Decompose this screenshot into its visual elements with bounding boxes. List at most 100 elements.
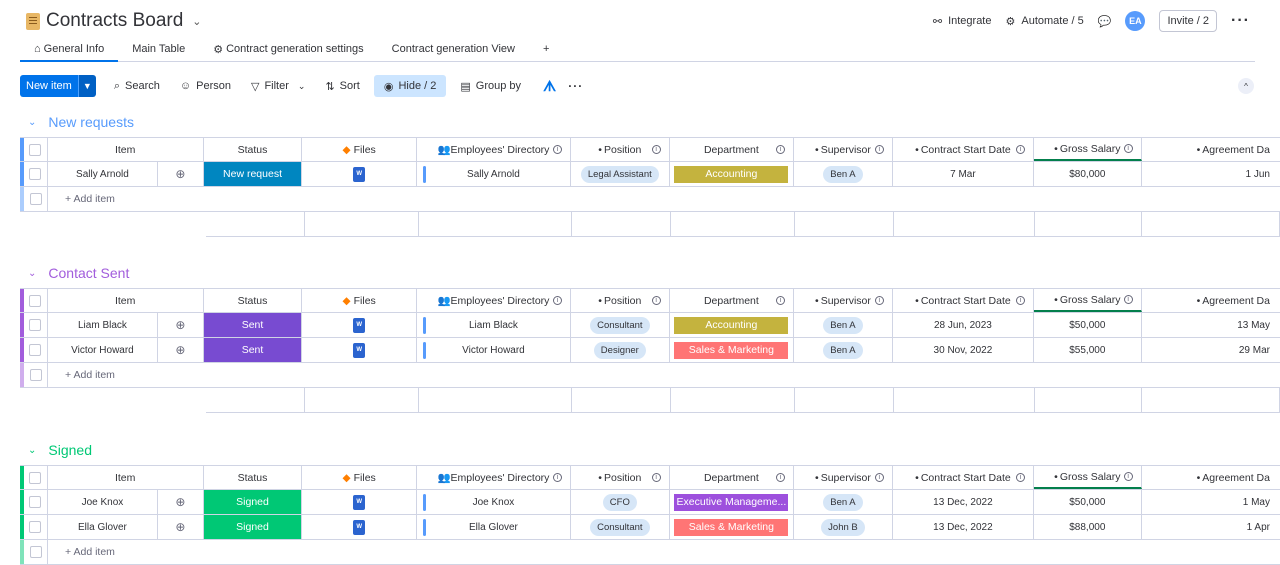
column-header-supervisor[interactable]: • Supervisor i [794, 466, 893, 489]
item-name[interactable]: Sally Arnold [48, 162, 159, 186]
info-icon[interactable]: i [776, 296, 786, 305]
gross-salary[interactable]: $88,000 [1034, 515, 1142, 539]
new-item-button[interactable]: New item ▼ [20, 75, 96, 97]
row-checkbox-cell[interactable] [24, 515, 48, 539]
collapse-header-button[interactable]: ^ [1238, 78, 1254, 94]
agreement-date[interactable]: 13 May [1142, 313, 1280, 337]
conversation-cell[interactable]: ⊕ [158, 338, 204, 362]
contract-start-date[interactable]: 28 Jun, 2023 [893, 313, 1035, 337]
employee-link-cell[interactable]: Sally Arnold [417, 162, 571, 186]
add-item-button[interactable]: + Add item [48, 546, 115, 558]
tab-contract-generation-settings[interactable]: ⚙ Contract generation settings [199, 38, 377, 62]
info-icon[interactable]: i [651, 145, 661, 154]
select-all-checkbox-cell[interactable] [24, 289, 48, 312]
group-header[interactable]: ⌄ Contact Sent [28, 265, 129, 281]
person-filter-button[interactable]: ☺ Person [170, 75, 241, 97]
files-cell[interactable]: W [302, 313, 417, 337]
info-icon[interactable]: i [1123, 295, 1133, 304]
tab-general-info[interactable]: ⌂ General Info [20, 38, 119, 62]
column-header-department[interactable]: Department i [670, 138, 795, 161]
info-icon[interactable]: i [776, 145, 786, 154]
agreement-date[interactable]: 1 May [1142, 490, 1280, 514]
status-badge[interactable]: New request [203, 162, 302, 186]
column-header-agreement-date[interactable]: • Agreement Da [1142, 138, 1280, 161]
chevron-down-icon[interactable]: ⌄ [28, 445, 36, 456]
status-cell[interactable]: Sent [203, 338, 303, 362]
add-update-icon[interactable]: ⊕ [175, 495, 185, 509]
chevron-down-icon[interactable]: ⌄ [28, 117, 36, 128]
employee-link-cell[interactable]: Joe Knox [417, 490, 571, 514]
conversation-cell[interactable]: ⊕ [158, 490, 204, 514]
column-header-status[interactable]: Status [204, 466, 303, 489]
item-name[interactable]: Joe Knox [48, 490, 159, 514]
info-icon[interactable]: i [1123, 472, 1133, 481]
select-all-checkbox-cell[interactable] [24, 466, 48, 489]
column-header-employees-directory[interactable]: 👥 Employees' Directory i [417, 289, 571, 312]
gross-salary[interactable]: $50,000 [1034, 313, 1142, 337]
group-header[interactable]: ⌄ Signed [28, 442, 92, 458]
column-header-gross-salary[interactable]: • Gross Salary i [1034, 466, 1142, 489]
tab-main-table[interactable]: Main Table [118, 38, 199, 62]
status-badge[interactable]: Sent [203, 313, 302, 337]
department-cell[interactable]: Accounting [670, 162, 795, 186]
column-header-position[interactable]: • Position i [571, 466, 670, 489]
column-header-status[interactable]: Status [204, 138, 303, 161]
status-cell[interactable]: Signed [203, 515, 303, 539]
column-header-supervisor[interactable]: • Supervisor i [794, 138, 893, 161]
info-icon[interactable]: i [552, 296, 562, 305]
checkbox[interactable] [29, 319, 42, 331]
contract-start-date[interactable]: 13 Dec, 2022 [893, 490, 1035, 514]
add-item-row[interactable]: + Add item [20, 363, 1280, 388]
supervisor-cell[interactable]: John B [794, 515, 893, 539]
item-name[interactable]: Liam Black [48, 313, 159, 337]
more-menu-icon[interactable]: ··· [1231, 12, 1250, 30]
supervisor-cell[interactable]: Ben A [794, 338, 893, 362]
group-header[interactable]: ⌄ New requests [28, 114, 134, 130]
column-header-department[interactable]: Department i [670, 289, 795, 312]
checkbox[interactable] [29, 294, 42, 307]
info-icon[interactable]: i [1016, 145, 1026, 154]
add-update-icon[interactable]: ⊕ [175, 167, 185, 181]
checkbox[interactable] [29, 168, 42, 180]
select-all-checkbox-cell[interactable] [24, 138, 48, 161]
row-checkbox-cell[interactable] [24, 313, 48, 337]
avatar[interactable]: EA [1125, 11, 1146, 31]
chevron-down-icon[interactable]: ⌄ [28, 268, 36, 279]
status-cell[interactable]: New request [203, 162, 303, 186]
files-cell[interactable]: W [302, 490, 417, 514]
files-cell[interactable]: W [302, 338, 417, 362]
new-item-label[interactable]: New item [20, 75, 78, 97]
row-checkbox-cell[interactable] [24, 162, 48, 186]
files-cell[interactable]: W [302, 515, 417, 539]
invite-button[interactable]: Invite / 2 [1159, 10, 1218, 32]
ai-assistant-icon[interactable]: ᗑ [531, 78, 568, 95]
add-update-icon[interactable]: ⊕ [175, 343, 185, 357]
info-icon[interactable]: i [1016, 296, 1026, 305]
word-document-icon[interactable]: W [353, 342, 366, 358]
status-badge[interactable]: Signed [203, 515, 302, 539]
info-icon[interactable]: i [1123, 144, 1133, 153]
contract-start-date[interactable]: 30 Nov, 2022 [893, 338, 1035, 362]
checkbox[interactable] [29, 521, 42, 533]
add-item-row[interactable]: + Add item [20, 187, 1280, 212]
department-cell[interactable]: Sales & Marketing [670, 338, 795, 362]
supervisor-cell[interactable]: Ben A [794, 162, 893, 186]
gross-salary[interactable]: $55,000 [1034, 338, 1142, 362]
gross-salary[interactable]: $80,000 [1034, 162, 1142, 186]
column-header-files[interactable]: ◆ Files [302, 289, 417, 312]
chevron-down-icon[interactable]: ⌄ [192, 15, 201, 28]
supervisor-cell[interactable]: Ben A [794, 313, 893, 337]
contract-start-date[interactable]: 13 Dec, 2022 [893, 515, 1035, 539]
info-icon[interactable]: i [874, 145, 884, 154]
column-header-agreement-date[interactable]: • Agreement Da [1142, 466, 1280, 489]
employee-link-cell[interactable]: Victor Howard [417, 338, 571, 362]
more-options-icon[interactable]: ··· [568, 79, 583, 93]
column-header-position[interactable]: • Position i [571, 138, 670, 161]
add-item-row[interactable]: + Add item [20, 540, 1280, 565]
column-header-status[interactable]: Status [204, 289, 303, 312]
add-update-icon[interactable]: ⊕ [175, 520, 185, 534]
department-cell[interactable]: Sales & Marketing [670, 515, 795, 539]
row-checkbox-cell[interactable] [24, 338, 48, 362]
add-item-button[interactable]: + Add item [48, 369, 115, 381]
updates-icon[interactable]: 💬 [1098, 15, 1112, 28]
